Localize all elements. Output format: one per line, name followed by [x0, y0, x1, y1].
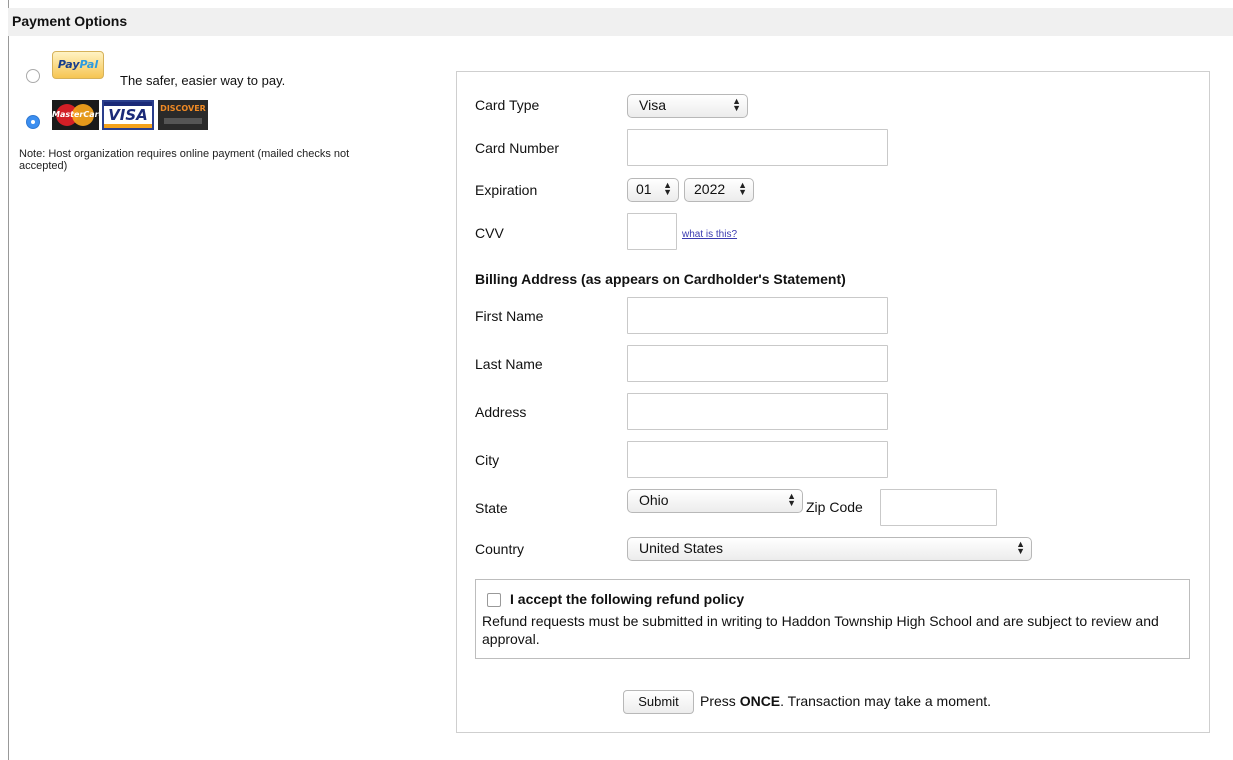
expiration-year-select[interactable]: 2022 ▲ ▼ — [684, 178, 754, 202]
expiration-month-select[interactable]: 01 ▲ ▼ — [627, 178, 679, 202]
zip-code-input[interactable] — [880, 489, 997, 526]
mastercard-logo: MasterCard — [52, 100, 99, 130]
billing-address-heading: Billing Address (as appears on Cardholde… — [475, 271, 846, 287]
city-label: City — [475, 452, 500, 468]
refund-policy-checkbox[interactable] — [487, 593, 501, 607]
state-select[interactable]: Ohio ▲ ▼ — [627, 489, 803, 513]
discover-logo: DISCOVER — [158, 100, 208, 130]
country-label: Country — [475, 541, 525, 557]
page-left-border — [8, 0, 9, 760]
first-name-input[interactable] — [627, 297, 888, 334]
cvv-label: CVV — [475, 225, 504, 241]
last-name-label: Last Name — [475, 356, 543, 372]
card-number-label: Card Number — [475, 140, 560, 156]
visa-logo: VISA — [102, 100, 154, 130]
select-arrows-icon: ▲ ▼ — [663, 180, 672, 197]
section-title: Payment Options — [12, 13, 128, 29]
payment-note: Note: Host organization requires online … — [19, 148, 350, 172]
submit-note-emphasis: ONCE — [739, 693, 781, 709]
paypal-tagline: The safer, easier way to pay. — [120, 73, 286, 88]
expiration-label: Expiration — [475, 182, 538, 198]
refund-policy-label: I accept the following refund policy — [510, 591, 745, 607]
select-arrows-icon: ▲ ▼ — [738, 180, 747, 197]
card-number-input[interactable] — [627, 129, 888, 166]
cvv-input[interactable] — [627, 213, 677, 250]
refund-policy-text: Refund requests must be submitted in wri… — [482, 613, 1159, 647]
section-header: Payment Options — [8, 8, 1233, 36]
last-name-input[interactable] — [627, 345, 888, 382]
submit-note: Press ONCE. Transaction may take a momen… — [700, 693, 992, 709]
paypal-logo: PayPal — [52, 51, 104, 79]
address-input[interactable] — [627, 393, 888, 430]
paypal-radio[interactable] — [26, 69, 40, 83]
select-arrows-icon: ▲ ▼ — [787, 491, 796, 508]
zip-code-label: Zip Code — [806, 499, 863, 515]
select-arrows-icon: ▲ ▼ — [732, 96, 741, 113]
state-label: State — [475, 500, 508, 516]
city-input[interactable] — [627, 441, 888, 478]
country-select[interactable]: United States ▲ ▼ — [627, 537, 1032, 561]
address-label: Address — [475, 404, 527, 420]
cvv-help-link[interactable]: what is this? — [682, 229, 737, 240]
credit-card-radio[interactable] — [26, 115, 40, 129]
select-arrows-icon: ▲ ▼ — [1016, 539, 1025, 556]
first-name-label: First Name — [475, 308, 544, 324]
card-type-select[interactable]: Visa ▲ ▼ — [627, 94, 748, 118]
submit-button[interactable]: Submit — [623, 690, 694, 714]
card-type-label: Card Type — [475, 97, 540, 113]
